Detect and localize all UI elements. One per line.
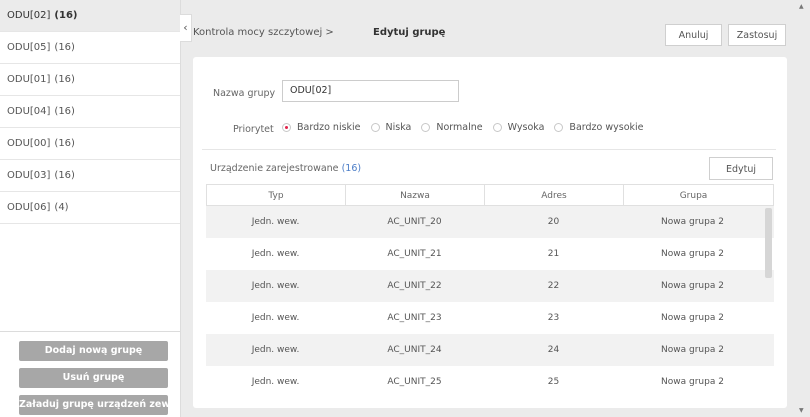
table-cell: Jedn. wew. [251,281,300,291]
table-cell: 22 [547,281,560,291]
priority-radio-group: Bardzo niskie Niska Normalne Wysoka Bardzo w… [282,122,654,135]
page-title: Edytuj grupę [373,27,446,38]
group-name: ODU[00] [7,138,51,149]
priority-option[interactable]: Niska [370,122,412,133]
group-name-label: Nazwa grupy [213,88,276,99]
group-count: (16) [54,138,75,149]
sidebar-item-group[interactable]: ODU[00] (16) [0,128,180,160]
registered-devices-count: (16) [341,163,362,174]
column-header[interactable]: Typ [207,185,346,205]
table-cell: AC_UNIT_23 [387,313,442,323]
table-cell: Jedn. wew. [251,313,300,323]
table-cell: Nowa grupa 2 [661,377,724,387]
sidebar-item-group[interactable]: ODU[05] (16) [0,32,180,64]
radio-icon[interactable] [370,123,380,132]
table-cell: Nowa grupa 2 [661,249,724,259]
priority-option-label: Normalne [436,122,483,133]
table-cell: AC_UNIT_24 [387,345,442,355]
table-cell: 21 [547,249,560,259]
delete-group-button[interactable]: Usuń grupę [19,368,168,388]
priority-option-label: Bardzo wysokie [569,122,644,133]
table-body: Jedn. wew. AC_UNIT_20 20 Nowa grupa 2 Jedn. … [206,206,774,398]
table-cell: 24 [547,345,560,355]
table-cell: Jedn. wew. [251,249,300,259]
priority-option[interactable]: Bardzo niskie [282,122,361,133]
sidebar-item-group[interactable]: ODU[04] (16) [0,96,180,128]
priority-label: Priorytet [233,124,274,135]
sidebar-item-group[interactable]: ODU[06] (4) [0,192,180,224]
priority-option-label: Niska [385,122,412,133]
cancel-button[interactable]: Anuluj [665,24,722,46]
column-header[interactable]: Adres [485,185,624,205]
table-cell: 23 [547,313,560,323]
table-cell: Jedn. wew. [251,217,300,227]
radio-icon[interactable] [282,123,291,132]
table-cell: Nowa grupa 2 [661,217,724,227]
table-row[interactable]: Jedn. wew. AC_UNIT_20 20 Nowa grupa 2 [206,206,774,238]
add-group-button[interactable]: Dodaj nową grupę [19,341,168,361]
apply-button[interactable]: Zastosuj [728,24,786,46]
column-header[interactable]: Nazwa [346,185,485,205]
chevron-left-icon[interactable]: ‹ [180,14,192,42]
table-row[interactable]: Jedn. wew. AC_UNIT_21 21 Nowa grupa 2 [206,238,774,270]
priority-option[interactable]: Wysoka [492,122,545,133]
divider [202,149,776,150]
table-row[interactable]: Jedn. wew. AC_UNIT_25 25 Nowa grupa 2 [206,366,774,398]
group-name: ODU[02] [7,10,51,21]
table-cell: 20 [547,217,560,227]
table-cell: AC_UNIT_21 [387,249,442,259]
group-name: ODU[05] [7,42,51,53]
radio-icon[interactable] [421,123,431,132]
load-external-group-button[interactable]: Załaduj grupę urządzeń zewnęt... [19,395,168,415]
registered-devices-label: Urządzenie zarejestrowane (16) [210,163,361,174]
priority-option[interactable]: Bardzo wysokie [554,122,644,133]
group-name: ODU[01] [7,74,51,85]
table-scrollbar[interactable] [765,208,772,278]
table-row[interactable]: Jedn. wew. AC_UNIT_22 22 Nowa grupa 2 [206,270,774,302]
registered-devices-text: Urządzenie zarejestrowane [210,163,339,174]
table-cell: AC_UNIT_20 [387,217,442,227]
table-cell: Jedn. wew. [251,345,300,355]
table-row[interactable]: Jedn. wew. AC_UNIT_24 24 Nowa grupa 2 [206,334,774,366]
group-count: (16) [54,74,75,85]
table-row[interactable]: Jedn. wew. AC_UNIT_23 23 Nowa grupa 2 [206,302,774,334]
group-name-input[interactable]: ODU[02] [282,80,459,102]
sidebar-item-group[interactable]: ODU[01] (16) [0,64,180,96]
priority-option-label: Wysoka [507,122,545,133]
group-count: (16) [54,170,75,181]
column-header[interactable]: Grupa [624,185,763,205]
group-list: ODU[02] (16) ODU[05] (16) ODU[01] (16) ODU[04]… [0,0,180,224]
edit-devices-button[interactable]: Edytuj [709,157,773,180]
table-cell: Nowa grupa 2 [661,313,724,323]
priority-option[interactable]: Normalne [421,122,483,133]
sidebar-item-group[interactable]: ODU[03] (16) [0,160,180,192]
group-count: (4) [54,202,69,213]
group-name: ODU[06] [7,202,51,213]
sidebar-item-group[interactable]: ODU[02] (16) [0,0,180,32]
scroll-up-icon[interactable]: ▲ [799,3,804,10]
table-cell: Jedn. wew. [251,377,300,387]
table-cell: Nowa grupa 2 [661,281,724,291]
devices-table: Typ Nazwa Adres Grupa Jedn. wew. AC_UNIT_20 2… [206,184,774,398]
sidebar-actions: Dodaj nową grupę Usuń grupę Załaduj grup… [0,331,180,417]
group-sidebar: ODU[02] (16) ODU[05] (16) ODU[01] (16) ODU[04]… [0,0,181,417]
scroll-down-icon[interactable]: ▼ [799,407,804,414]
group-count: (16) [54,10,78,21]
radio-icon[interactable] [492,123,502,132]
group-count: (16) [54,42,75,53]
edit-group-panel: Nazwa grupy ODU[02] Priorytet Bardzo nis… [193,57,787,408]
priority-option-label: Bardzo niskie [297,122,361,133]
radio-icon[interactable] [554,123,564,132]
table-header: Typ Nazwa Adres Grupa [206,184,774,206]
table-cell: AC_UNIT_22 [387,281,442,291]
table-cell: 25 [547,377,560,387]
group-name: ODU[03] [7,170,51,181]
table-cell: Nowa grupa 2 [661,345,724,355]
table-cell: AC_UNIT_25 [387,377,442,387]
breadcrumb[interactable]: Kontrola mocy szczytowej > [193,27,334,38]
group-name: ODU[04] [7,106,51,117]
group-count: (16) [54,106,75,117]
